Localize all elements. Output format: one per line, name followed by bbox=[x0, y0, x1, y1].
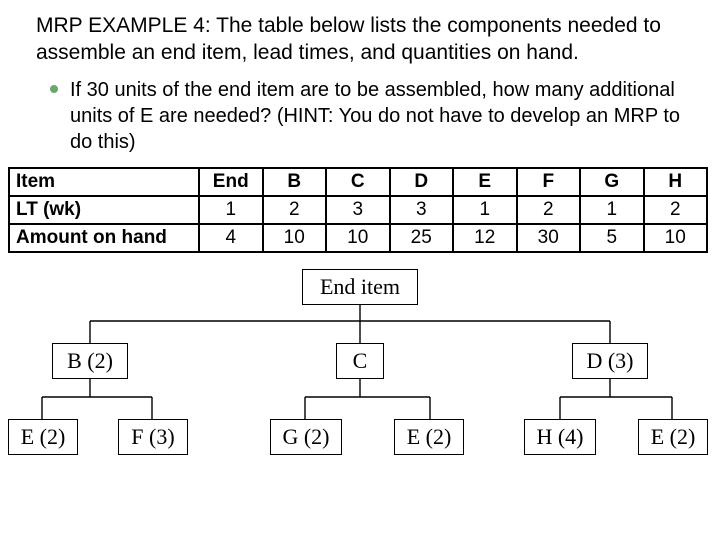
cell: 12 bbox=[453, 224, 517, 252]
cell: 4 bbox=[199, 224, 263, 252]
col-b: B bbox=[263, 168, 327, 196]
col-d: D bbox=[390, 168, 454, 196]
tree-node-d: D (3) bbox=[572, 343, 648, 379]
cell: 5 bbox=[580, 224, 644, 252]
cell: 2 bbox=[263, 196, 327, 224]
cell: 30 bbox=[517, 224, 581, 252]
tree-node-b: B (2) bbox=[52, 343, 128, 379]
table-row: LT (wk) 1 2 3 3 1 2 1 2 bbox=[9, 196, 707, 224]
question-bullet: If 30 units of the end item are to be as… bbox=[0, 71, 720, 163]
cell: 10 bbox=[644, 224, 708, 252]
cell: 1 bbox=[453, 196, 517, 224]
col-end: End bbox=[199, 168, 263, 196]
page-title: MRP EXAMPLE 4: The table below lists the… bbox=[0, 0, 720, 71]
tree-node-end-item: End item bbox=[302, 269, 418, 305]
col-item: Item bbox=[9, 168, 199, 196]
col-f: F bbox=[517, 168, 581, 196]
cell: 2 bbox=[517, 196, 581, 224]
col-c: C bbox=[326, 168, 390, 196]
row-label-lt: LT (wk) bbox=[9, 196, 199, 224]
col-h: H bbox=[644, 168, 708, 196]
cell: 2 bbox=[644, 196, 708, 224]
components-table: Item End B C D E F G H LT (wk) 1 2 3 3 1… bbox=[8, 167, 708, 253]
cell: 3 bbox=[326, 196, 390, 224]
question-text: If 30 units of the end item are to be as… bbox=[70, 77, 684, 155]
tree-node-b-f: F (3) bbox=[118, 419, 188, 455]
tree-node-c-e: E (2) bbox=[394, 419, 464, 455]
cell: 1 bbox=[580, 196, 644, 224]
col-g: G bbox=[580, 168, 644, 196]
tree-node-c: C bbox=[336, 343, 384, 379]
bullet-icon bbox=[50, 85, 58, 93]
tree-node-d-h: H (4) bbox=[524, 419, 596, 455]
table-header-row: Item End B C D E F G H bbox=[9, 168, 707, 196]
cell: 3 bbox=[390, 196, 454, 224]
tree-node-b-e: E (2) bbox=[8, 419, 78, 455]
col-e: E bbox=[453, 168, 517, 196]
cell: 10 bbox=[263, 224, 327, 252]
bom-tree: End item B (2) C D (3) E (2) F (3) G (2)… bbox=[0, 263, 720, 503]
cell: 10 bbox=[326, 224, 390, 252]
table-row: Amount on hand 4 10 10 25 12 30 5 10 bbox=[9, 224, 707, 252]
tree-node-c-g: G (2) bbox=[270, 419, 342, 455]
cell: 25 bbox=[390, 224, 454, 252]
tree-node-d-e: E (2) bbox=[638, 419, 708, 455]
row-label-onhand: Amount on hand bbox=[9, 224, 199, 252]
cell: 1 bbox=[199, 196, 263, 224]
